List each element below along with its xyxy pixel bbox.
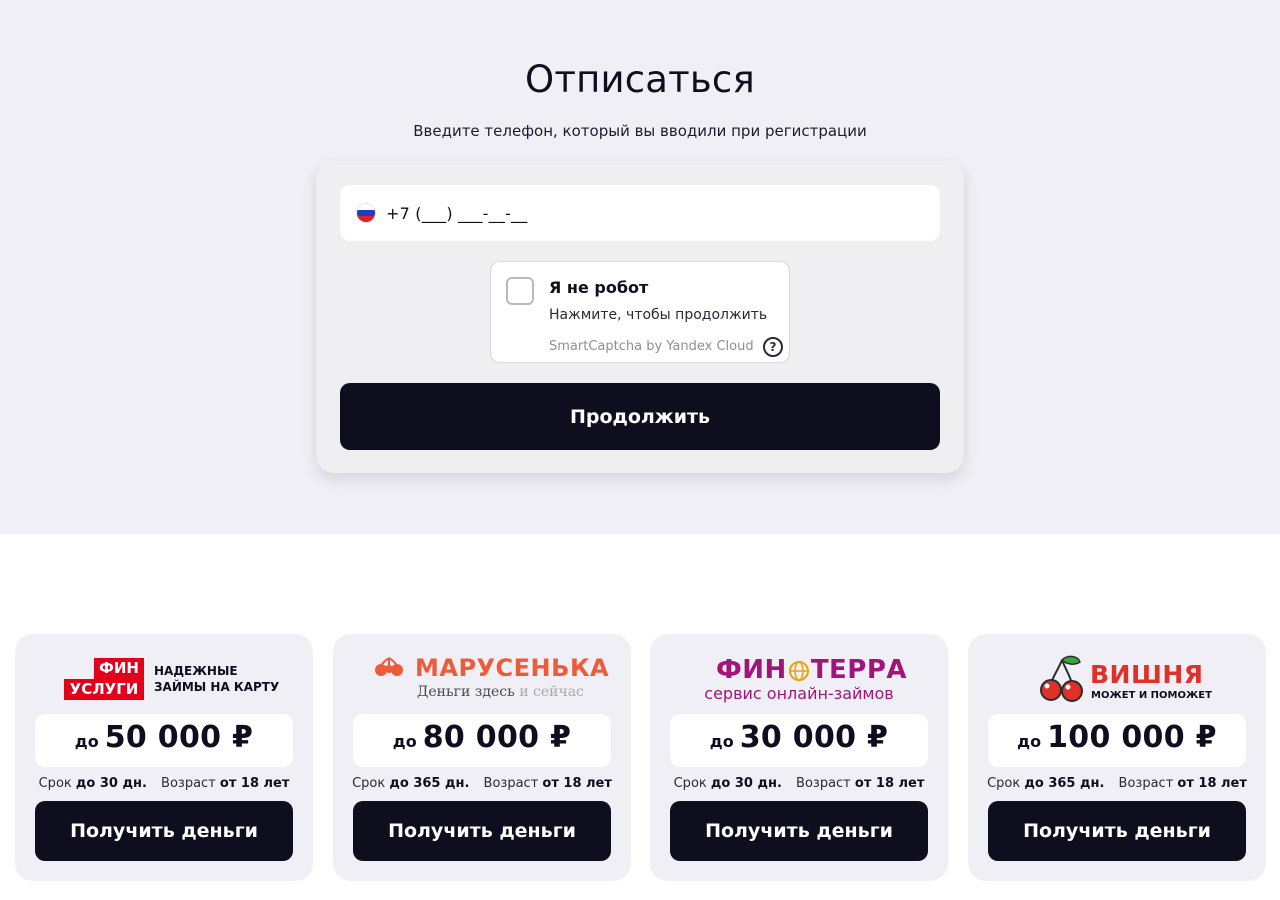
get-money-button[interactable]: Получить деньги bbox=[988, 801, 1246, 861]
captcha-brand: SmartCaptcha by Yandex Cloud bbox=[549, 339, 754, 354]
vishnya-brand: ВИШНЯ bbox=[1090, 660, 1204, 689]
age-label: Возраст bbox=[796, 776, 851, 791]
amount-value: 100 000 ₽ bbox=[1047, 720, 1217, 755]
finterra-brand-part2: ТЕРРА bbox=[810, 655, 908, 685]
loan-offers: ФИН УСЛУГИ НАДЕЖНЫЕ ЗАЙМЫ НА КАРТУ до 50… bbox=[0, 634, 1280, 882]
vishnya-subtitle: МОЖЕТ И ПОМОЖЕТ bbox=[1091, 690, 1212, 701]
finterra-logo: ФИН ТЕРРА сервис онлайн-займов bbox=[650, 654, 948, 706]
finuslugi-logo: ФИН УСЛУГИ НАДЕЖНЫЕ ЗАЙМЫ НА КАРТУ bbox=[15, 654, 313, 706]
page-title: Отписаться bbox=[525, 58, 755, 101]
page-subtitle: Введите телефон, который вы вводили при … bbox=[413, 122, 867, 140]
term-label: Срок bbox=[987, 776, 1021, 791]
offer-amount: до 100 000 ₽ bbox=[988, 714, 1246, 767]
amount-prefix: до bbox=[392, 732, 417, 751]
age-value: от 18 лет bbox=[219, 776, 290, 791]
continue-button[interactable]: Продолжить bbox=[340, 383, 940, 450]
amount-prefix: до bbox=[709, 732, 734, 751]
phone-placeholder: +7 (___) ___-__-__ bbox=[386, 203, 528, 223]
captcha-subtitle: Нажмите, чтобы продолжить bbox=[549, 307, 768, 323]
age-label: Возраст bbox=[161, 776, 216, 791]
term-label: Срок bbox=[352, 776, 386, 791]
question-icon[interactable]: ? bbox=[763, 337, 783, 357]
slogan-main: Деньги здесь bbox=[417, 684, 515, 700]
cherry-icon bbox=[1040, 655, 1083, 702]
unsubscribe-form: +7 (___) ___-__-__ Я не робот Нажмите, ч… bbox=[316, 161, 964, 473]
offer-card-vishnya: ВИШНЯ МОЖЕТ И ПОМОЖЕТ до 100 000 ₽ Срок … bbox=[968, 634, 1266, 881]
offer-amount: до 30 000 ₽ bbox=[670, 714, 928, 767]
finterra-brand: ФИН ТЕРРА bbox=[716, 655, 907, 685]
offer-amount: до 80 000 ₽ bbox=[353, 714, 611, 767]
finterra-brand-part1: ФИН bbox=[716, 655, 787, 685]
captcha-widget[interactable]: Я не робот Нажмите, чтобы продолжить Sma… bbox=[490, 261, 790, 363]
unsubscribe-section: Отписаться Введите телефон, который вы в… bbox=[0, 0, 1280, 534]
offer-terms: Срок до 365 дн. Возраст от 18 лет bbox=[968, 776, 1266, 791]
term-value: до 365 дн. bbox=[1024, 776, 1105, 791]
get-money-button[interactable]: Получить деньги bbox=[353, 801, 611, 861]
offer-card-finuslugi: ФИН УСЛУГИ НАДЕЖНЫЕ ЗАЙМЫ НА КАРТУ до 50… bbox=[15, 634, 313, 881]
term-label: Срок bbox=[673, 776, 707, 791]
offer-terms: Срок до 30 дн. Возраст от 18 лет bbox=[650, 776, 948, 791]
marusenka-slogan: Деньги здесь и сейчас bbox=[417, 684, 584, 700]
offer-card-marusenka: МАРУСЕНЬКА Деньги здесь и сейчас до 80 0… bbox=[333, 634, 631, 881]
finuslugi-tagline: НАДЕЖНЫЕ ЗАЙМЫ НА КАРТУ bbox=[154, 663, 279, 695]
russia-flag-icon bbox=[356, 203, 376, 223]
captcha-title: Я не робот bbox=[549, 278, 649, 297]
phone-input[interactable]: +7 (___) ___-__-__ bbox=[340, 185, 940, 241]
offer-card-finterra: ФИН ТЕРРА сервис онлайн-займов до 30 000… bbox=[650, 634, 948, 881]
age-label: Возраст bbox=[1118, 776, 1174, 791]
finuslugi-logo-line2: УСЛУГИ bbox=[64, 679, 144, 700]
globe-icon bbox=[788, 660, 809, 681]
term-value: до 30 дн. bbox=[710, 776, 782, 791]
term-value: до 30 дн. bbox=[75, 776, 147, 791]
term-value: до 365 дн. bbox=[389, 776, 470, 791]
finuslugi-tagline-1: НАДЕЖНЫЕ bbox=[154, 664, 238, 678]
age-value: от 18 лет bbox=[542, 776, 612, 791]
amount-value: 30 000 ₽ bbox=[739, 720, 889, 755]
berries-icon bbox=[375, 657, 403, 676]
amount-value: 50 000 ₽ bbox=[104, 720, 254, 755]
amount-value: 80 000 ₽ bbox=[422, 720, 572, 755]
offer-amount: до 50 000 ₽ bbox=[35, 714, 293, 767]
finuslugi-tagline-2: ЗАЙМЫ НА КАРТУ bbox=[154, 680, 280, 694]
slogan-light: и сейчас bbox=[519, 684, 584, 700]
finuslugi-logo-mark: ФИН УСЛУГИ bbox=[64, 658, 144, 701]
amount-prefix: до bbox=[1017, 732, 1042, 751]
finterra-subtitle: сервис онлайн-займов bbox=[704, 684, 894, 703]
offer-terms: Срок до 365 дн. Возраст от 18 лет bbox=[333, 776, 631, 791]
vishnya-logo: ВИШНЯ МОЖЕТ И ПОМОЖЕТ bbox=[968, 654, 1266, 706]
marusenka-brand: МАРУСЕНЬКА bbox=[415, 654, 610, 682]
age-value: от 18 лет bbox=[1177, 776, 1247, 791]
term-label: Срок bbox=[38, 776, 72, 791]
age-label: Возраст bbox=[483, 776, 539, 791]
get-money-button[interactable]: Получить деньги bbox=[35, 801, 293, 861]
marusenka-logo: МАРУСЕНЬКА Деньги здесь и сейчас bbox=[333, 654, 631, 706]
get-money-button[interactable]: Получить деньги bbox=[670, 801, 928, 861]
offer-terms: Срок до 30 дн. Возраст от 18 лет bbox=[15, 776, 313, 791]
age-value: от 18 лет bbox=[854, 776, 925, 791]
amount-prefix: до bbox=[74, 732, 99, 751]
captcha-checkbox[interactable] bbox=[506, 277, 534, 305]
finuslugi-logo-line1: ФИН bbox=[94, 658, 144, 679]
